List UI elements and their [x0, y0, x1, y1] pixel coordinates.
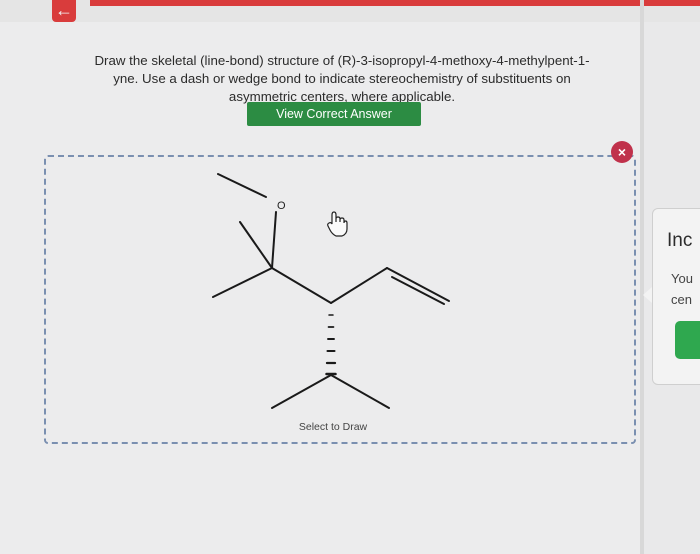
alkene-bond-2 [391, 276, 445, 305]
isopropyl-bond-left [271, 374, 332, 409]
feedback-title: Inc [667, 230, 693, 251]
alkene-bond-1 [386, 267, 450, 302]
feedback-line-1: You [671, 271, 693, 286]
isopropyl-bond-right [330, 374, 390, 409]
panel-divider [640, 0, 644, 554]
feedback-line-2: cen [671, 292, 692, 307]
c3-c2-bond [330, 267, 388, 304]
feedback-action-button[interactable] [675, 321, 700, 359]
c4-c3-bond [271, 267, 332, 304]
feedback-side-panel: Inc You cen [652, 208, 700, 385]
methyl-bond-lower [212, 267, 273, 298]
methyl-bond-upper [239, 221, 273, 269]
side-panel-pointer [643, 287, 652, 303]
hand-cursor-icon [327, 211, 348, 237]
oxygen-carbon-bond [271, 211, 277, 269]
methoxy-methyl-bond [217, 173, 267, 198]
close-icon[interactable]: × [611, 141, 633, 163]
select-to-draw-label[interactable]: Select to Draw [288, 421, 378, 433]
dash-bond [325, 314, 337, 376]
oxygen-atom-label: O [277, 200, 286, 212]
molecule-structure: O [212, 173, 450, 409]
